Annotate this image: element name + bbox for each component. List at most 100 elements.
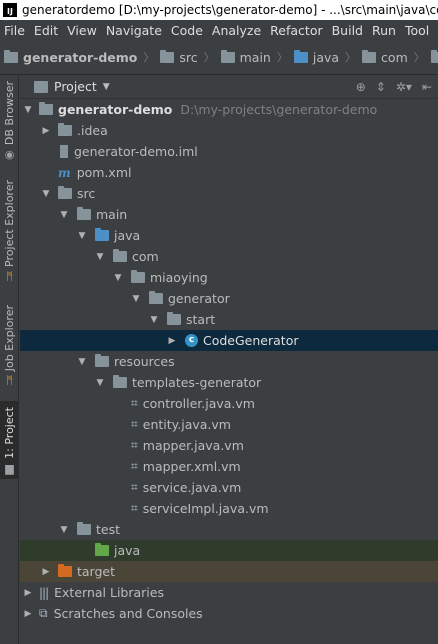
- tree-row[interactable]: ▼ main: [20, 204, 438, 225]
- project-view-icon: [34, 80, 48, 93]
- breadcrumb-java[interactable]: java: [293, 49, 340, 65]
- project-panel-header: Project ▼ ⊕ ⇕ ✲▾ ⇤: [20, 75, 438, 99]
- menu-view[interactable]: View: [63, 23, 102, 38]
- tree-row[interactable]: ▼ com: [20, 246, 438, 267]
- folder-icon: [220, 49, 235, 63]
- tree-row[interactable]: ⌗ service.java.vm: [20, 477, 438, 498]
- tab-job-explorer[interactable]: Job Explorer ᛗ: [0, 305, 19, 387]
- tree-label: serviceImpl.java.vm: [142, 501, 269, 516]
- tree-row[interactable]: ⌗ controller.java.vm: [20, 393, 438, 414]
- expanded-arrow-icon[interactable]: ▼: [41, 189, 51, 199]
- hide-icon[interactable]: ⇤: [422, 80, 432, 94]
- tree-row[interactable]: ▶ ||| External Libraries: [20, 582, 438, 603]
- menu-navigate[interactable]: Navigate: [102, 23, 167, 38]
- expanded-arrow-icon[interactable]: ▼: [77, 231, 87, 241]
- expanded-arrow-icon[interactable]: ▼: [59, 525, 69, 535]
- breadcrumb-com[interactable]: com: [362, 49, 408, 65]
- tab-project[interactable]: 1: Project ▆: [0, 401, 19, 479]
- panel-title[interactable]: Project: [54, 79, 97, 94]
- tree-row[interactable]: ▼ resources: [20, 351, 438, 372]
- tree-row[interactable]: ▼ java: [20, 225, 438, 246]
- resources-folder-icon: [95, 354, 109, 367]
- breadcrumb-src[interactable]: src: [160, 49, 198, 65]
- template-file-icon: ⌗: [131, 480, 138, 494]
- tab-label: Project Explorer: [3, 180, 16, 267]
- tree-label: miaoying: [150, 270, 208, 285]
- package-icon: [149, 291, 163, 304]
- tree-row[interactable]: ▼ generator-demo D:\my-projects\generato…: [20, 99, 438, 120]
- tree-row[interactable]: ⌗ entity.java.vm: [20, 414, 438, 435]
- chevron-right-icon: 〉: [203, 51, 215, 64]
- tree-label: main: [96, 207, 128, 222]
- tab-project-explorer[interactable]: Project Explorer ᛗ: [0, 180, 19, 283]
- menu-file[interactable]: File: [0, 23, 30, 38]
- tree-row-selected[interactable]: ▶ c CodeGenerator: [20, 330, 438, 351]
- tree-row[interactable]: ▼ start: [20, 309, 438, 330]
- folder-icon: [77, 522, 91, 535]
- tree-row[interactable]: ▶ ⧉ Scratches and Consoles: [20, 603, 438, 624]
- menu-edit[interactable]: Edit: [30, 23, 63, 38]
- menu-refactor[interactable]: Refactor: [266, 23, 327, 38]
- collapsed-arrow-icon[interactable]: ▶: [41, 567, 51, 577]
- breadcrumb-miaoying[interactable]: miaoying: [430, 49, 438, 65]
- expanded-arrow-icon[interactable]: ▼: [113, 273, 123, 283]
- tree-row[interactable]: ▼ generator: [20, 288, 438, 309]
- project-icon: ▆: [5, 461, 14, 475]
- tree-row[interactable]: java: [20, 540, 438, 561]
- scratches-icon: ⧉: [39, 606, 48, 620]
- tree-row[interactable]: ▼ test: [20, 519, 438, 540]
- globe-icon[interactable]: ⊕: [356, 80, 366, 94]
- tree-row[interactable]: ▶ .idea: [20, 120, 438, 141]
- collapsed-arrow-icon[interactable]: ▶: [41, 126, 51, 136]
- expanded-arrow-icon[interactable]: ▼: [149, 315, 159, 325]
- breadcrumb-label: src: [179, 49, 198, 65]
- breadcrumb-project[interactable]: generator-demo: [4, 49, 138, 65]
- menu-tools[interactable]: Tool: [401, 23, 434, 38]
- tree-row[interactable]: ▼ templates-generator: [20, 372, 438, 393]
- tree-row[interactable]: m pom.xml: [20, 162, 438, 183]
- expanded-arrow-icon[interactable]: ▼: [23, 105, 33, 115]
- tree-row[interactable]: ▼ miaoying: [20, 267, 438, 288]
- collapsed-arrow-icon[interactable]: ▶: [23, 609, 33, 619]
- folder-icon: [113, 375, 127, 388]
- tree-row[interactable]: ⌗ serviceImpl.java.vm: [20, 498, 438, 519]
- breadcrumb-label: generator-demo: [23, 49, 138, 65]
- collapsed-arrow-icon[interactable]: ▶: [23, 588, 33, 598]
- split-icon[interactable]: ⇕: [376, 80, 386, 94]
- tree-label: generator-demo: [58, 102, 173, 117]
- chevron-down-icon[interactable]: ▼: [103, 82, 110, 92]
- tree-row[interactable]: generator-demo.iml: [20, 141, 438, 162]
- menu-run[interactable]: Run: [368, 23, 401, 38]
- menu-code[interactable]: Code: [167, 23, 208, 38]
- expanded-arrow-icon[interactable]: ▼: [95, 378, 105, 388]
- tree-label: java: [114, 543, 141, 558]
- breadcrumb: generator-demo 〉 src 〉 main 〉 java 〉 com…: [0, 40, 438, 75]
- tree-label: mapper.java.vm: [142, 438, 244, 453]
- tree-label: generator: [168, 291, 230, 306]
- folder-icon: [58, 123, 72, 136]
- tree-label: controller.java.vm: [142, 396, 255, 411]
- menu-analyze[interactable]: Analyze: [208, 23, 266, 38]
- package-icon: [131, 270, 145, 283]
- tree-row[interactable]: ⌗ mapper.xml.vm: [20, 456, 438, 477]
- collapsed-arrow-icon[interactable]: ▶: [167, 336, 177, 346]
- expanded-arrow-icon[interactable]: ▼: [95, 252, 105, 262]
- tree-row[interactable]: ▼ src: [20, 183, 438, 204]
- breadcrumb-label: java: [312, 49, 340, 65]
- left-tool-strip: DB Browser ◉ Project Explorer ᛗ Job Expl…: [0, 75, 19, 644]
- menu-build[interactable]: Build: [328, 23, 368, 38]
- expanded-arrow-icon[interactable]: ▼: [131, 294, 141, 304]
- tree-path: D:\my-projects\generator-demo: [180, 102, 378, 117]
- source-folder-icon: [95, 228, 109, 241]
- expanded-arrow-icon[interactable]: ▼: [77, 357, 87, 367]
- java-class-icon: c: [185, 334, 198, 347]
- tab-db-browser[interactable]: DB Browser ◉: [0, 81, 19, 161]
- title-bar: IJ generatordemo [D:\my-projects\generat…: [0, 0, 438, 20]
- intellij-app-icon: IJ: [3, 3, 17, 17]
- breadcrumb-main[interactable]: main: [220, 49, 271, 65]
- tree-row[interactable]: ▶ target: [20, 561, 438, 582]
- gear-icon[interactable]: ✲▾: [396, 80, 412, 94]
- expanded-arrow-icon[interactable]: ▼: [59, 210, 69, 220]
- tree-row[interactable]: ⌗ mapper.java.vm: [20, 435, 438, 456]
- module-folder-icon: [39, 102, 53, 115]
